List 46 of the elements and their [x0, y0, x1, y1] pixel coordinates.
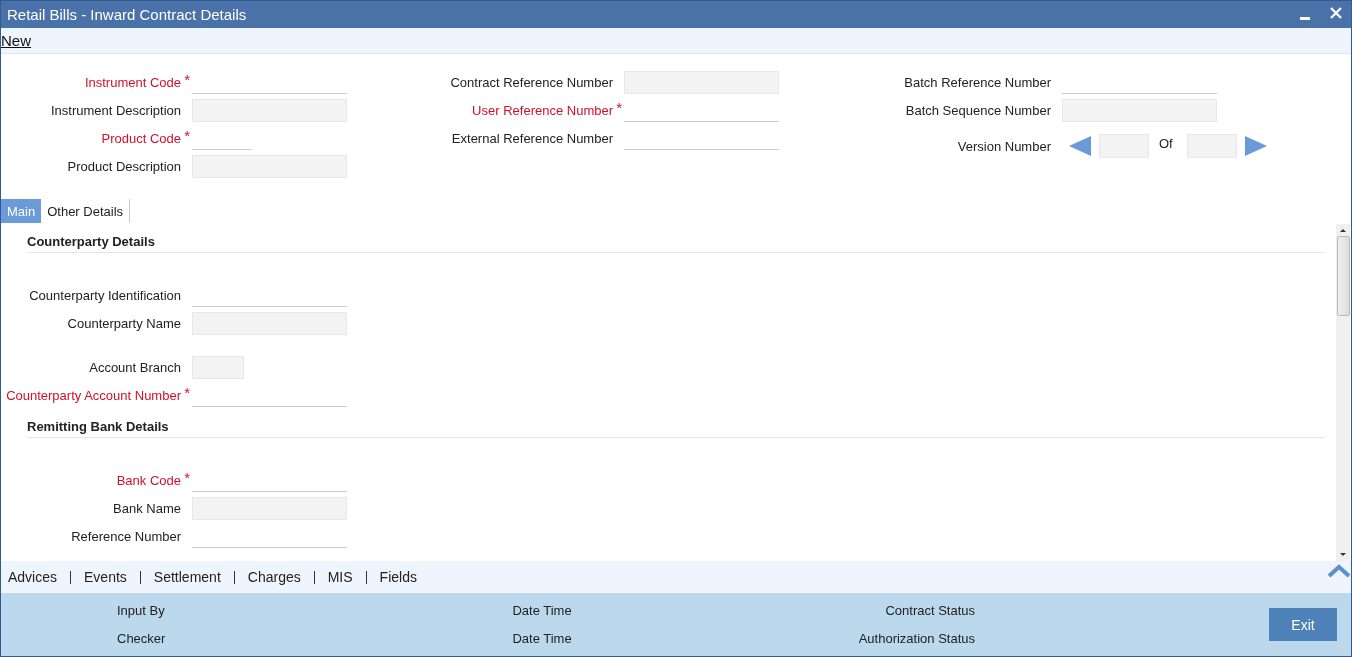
- footer-link[interactable]: Charges: [247, 569, 301, 585]
- field-label: Bank Name: [113, 500, 181, 516]
- footer-link[interactable]: Advices: [8, 569, 58, 585]
- field-label: Contract Reference Number: [450, 74, 613, 90]
- exit-button[interactable]: Exit: [1269, 608, 1337, 641]
- field-label: Batch Reference Number: [904, 74, 1051, 90]
- audit-label: Date Time: [512, 603, 572, 618]
- next-arrow-icon[interactable]: [1244, 136, 1267, 156]
- footer-link[interactable]: Settlement: [153, 569, 221, 585]
- field-label: Bank Code: [116, 472, 181, 488]
- field-label: Instrument Description: [50, 102, 181, 118]
- minimize-icon[interactable]: [1300, 16, 1310, 21]
- previous-arrow-icon[interactable]: [1069, 136, 1091, 156]
- audit-label: Checker: [117, 631, 166, 646]
- required-mark: *: [184, 126, 190, 144]
- field-label: Counterparty Account Number: [6, 387, 181, 403]
- required-mark: *: [184, 383, 190, 401]
- field-label: Reference Number: [71, 528, 181, 544]
- field-label: Counterparty Name: [67, 315, 181, 331]
- footer-link[interactable]: Fields: [379, 569, 417, 585]
- audit-label: Contract Status: [885, 603, 976, 618]
- required-mark: *: [616, 98, 622, 116]
- scrollbar[interactable]: [1336, 224, 1350, 561]
- audit-label: Authorization Status: [858, 631, 976, 646]
- field-label: User Reference Number: [472, 102, 613, 118]
- of-label: Of: [1159, 135, 1173, 151]
- field-label: Version Number: [957, 138, 1051, 154]
- section-heading: Counterparty Details: [27, 233, 155, 249]
- footer-link[interactable]: MIS: [327, 569, 353, 585]
- field-label: Instrument Code: [84, 74, 181, 90]
- scroll-thumb[interactable]: [1336, 236, 1350, 316]
- field-label: Product Description: [67, 158, 181, 174]
- required-mark: *: [184, 468, 190, 486]
- footer-link[interactable]: Events: [84, 569, 127, 585]
- field-label: Product Code: [101, 130, 181, 146]
- new-link[interactable]: New: [1, 32, 31, 49]
- audit-label: Input By: [117, 603, 166, 618]
- field-label: Batch Sequence Number: [905, 102, 1051, 118]
- section-heading: Remitting Bank Details: [27, 418, 169, 434]
- field-label: External Reference Number: [451, 130, 613, 146]
- field-label: Account Branch: [89, 359, 181, 375]
- close-icon[interactable]: [1330, 6, 1342, 19]
- field-label: Counterparty Identification: [29, 287, 181, 303]
- required-mark: *: [184, 70, 190, 88]
- audit-label: Date Time: [512, 631, 572, 646]
- window-title: Retail Bills - Inward Contract Details: [7, 6, 248, 23]
